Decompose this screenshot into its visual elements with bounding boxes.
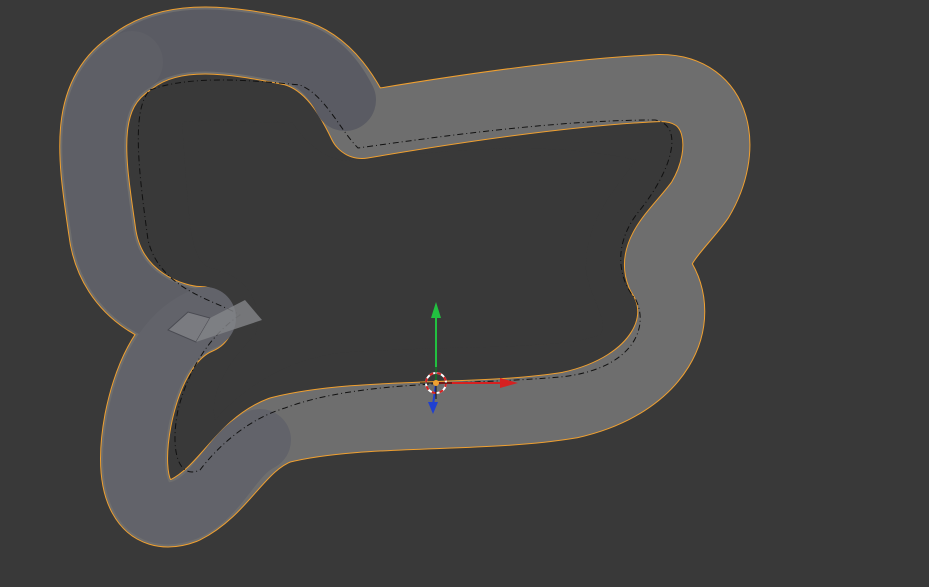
mesh-shaded-region-left [62,31,231,351]
3d-viewport[interactable] [0,0,929,587]
viewport-canvas [59,6,751,548]
mesh-shaded-region-lower [103,287,291,545]
mesh-shaded-region [101,9,376,131]
